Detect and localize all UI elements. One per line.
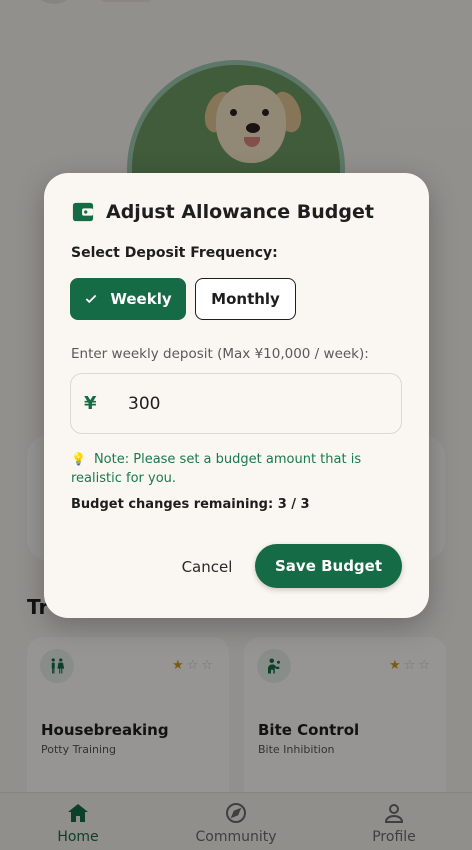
amount-field[interactable]: ¥ xyxy=(70,373,402,434)
save-budget-button[interactable]: Save Budget xyxy=(255,544,402,588)
check-icon xyxy=(86,294,97,304)
dialog-title: Adjust Allowance Budget xyxy=(106,201,374,223)
dialog-header: Adjust Allowance Budget xyxy=(72,201,374,223)
budget-dialog: Adjust Allowance Budget Select Deposit F… xyxy=(44,173,429,618)
lightbulb-icon: 💡 xyxy=(71,452,86,466)
monthly-option-label: Monthly xyxy=(211,290,280,308)
frequency-options: Weekly Monthly xyxy=(70,278,296,320)
changes-remaining: Budget changes remaining: 3 / 3 xyxy=(71,497,310,512)
wallet-icon xyxy=(72,202,94,222)
deposit-label: Enter weekly deposit (Max ¥10,000 / week… xyxy=(71,346,369,362)
amount-input[interactable] xyxy=(128,393,368,414)
currency-symbol: ¥ xyxy=(84,393,97,414)
weekly-option-label: Weekly xyxy=(110,290,172,308)
weekly-option-chip[interactable]: Weekly xyxy=(70,278,186,320)
cancel-button[interactable]: Cancel xyxy=(174,549,240,585)
note-text: Note: Please set a budget amount that is… xyxy=(71,452,362,486)
frequency-label: Select Deposit Frequency: xyxy=(71,245,278,261)
monthly-option-chip[interactable]: Monthly xyxy=(195,278,296,320)
budget-note: 💡 Note: Please set a budget amount that i… xyxy=(71,450,391,488)
